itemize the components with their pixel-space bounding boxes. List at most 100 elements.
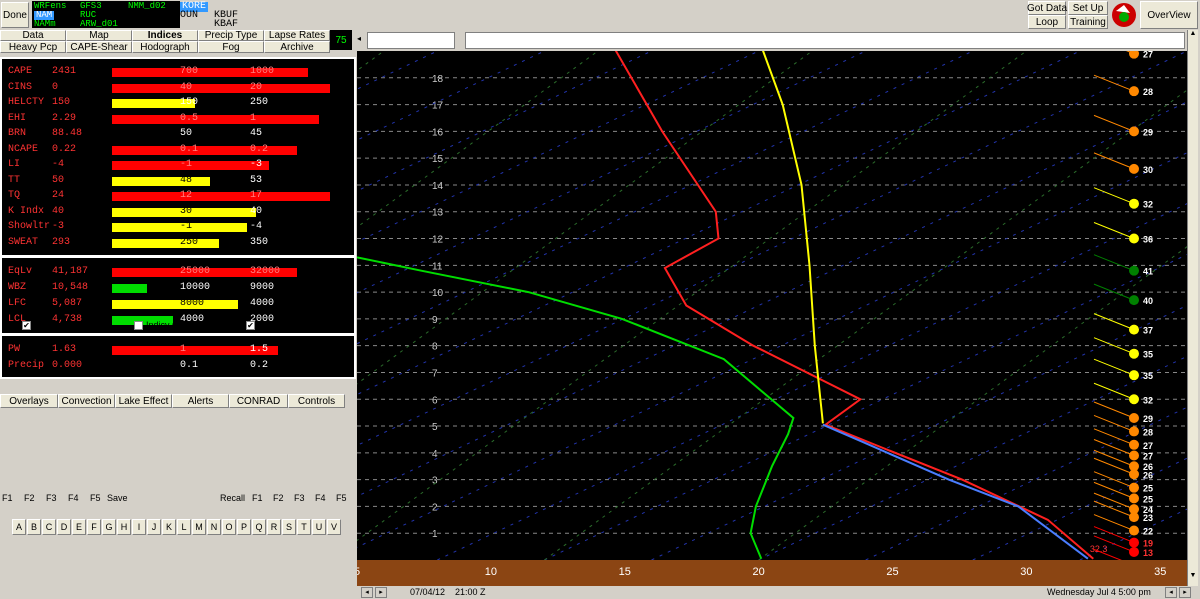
station-option[interactable]: KBAF: [214, 20, 238, 30]
status-datetime: Wednesday Jul 4 5:00 pm: [1047, 587, 1151, 597]
station-selector[interactable]: KORE OUN KBUF KBAF: [180, 1, 240, 30]
letter-button[interactable]: U: [312, 519, 326, 535]
letter-button[interactable]: E: [72, 519, 86, 535]
tab-fog[interactable]: Fog: [198, 41, 264, 53]
letter-button[interactable]: H: [117, 519, 131, 535]
fkey-left-button[interactable]: F4: [68, 493, 79, 503]
left-arrow-icon[interactable]: ◂: [357, 34, 365, 46]
tab-convection[interactable]: Convection: [58, 394, 115, 408]
index-label: CINS: [8, 81, 33, 93]
index-row: CINS 0 40 20: [2, 81, 354, 95]
fkey-right-button[interactable]: F1: [252, 493, 263, 503]
fkey-left-button[interactable]: F5: [90, 493, 101, 503]
scroll-down-icon[interactable]: ▼: [1188, 572, 1198, 584]
tab-lapse-rates[interactable]: Lapse Rates: [264, 30, 330, 41]
checkbox-indicy-circle[interactable]: Indicy Circle: [134, 320, 195, 330]
letter-button[interactable]: O: [222, 519, 236, 535]
checkbox-quartile-box[interactable]: ✔ Quartile Box: [246, 320, 308, 330]
model-selector[interactable]: WRFens GFS3 NMM_d02 NAM RUC NAMm ARW_d01: [32, 1, 180, 29]
letter-button[interactable]: T: [297, 519, 311, 535]
fkey-right-button[interactable]: F5: [336, 493, 347, 503]
tab-indices[interactable]: Indices: [132, 30, 198, 41]
wind-speed-label: 23: [1143, 513, 1153, 523]
plot-field-left[interactable]: [367, 32, 455, 49]
checkbox-box[interactable]: ✔: [246, 320, 255, 330]
fkey-left-button[interactable]: F3: [46, 493, 57, 503]
y-tick-label: 7: [432, 368, 438, 379]
training-button[interactable]: Training: [1068, 15, 1108, 29]
fkey-right-button[interactable]: F3: [294, 493, 305, 503]
got-data-button[interactable]: Got Data: [1027, 1, 1067, 15]
index-value: 0: [52, 81, 59, 93]
letter-button[interactable]: K: [162, 519, 176, 535]
tab-controls[interactable]: Controls: [288, 394, 345, 408]
checkbox-box[interactable]: [134, 320, 143, 330]
letter-button[interactable]: A: [12, 519, 26, 535]
model-option[interactable]: ARW_d01: [80, 20, 118, 29]
set-up-button[interactable]: Set Up: [1068, 1, 1108, 15]
wind-barb: [1093, 401, 1135, 419]
plot-field-right[interactable]: [465, 32, 1185, 49]
scroll-up-icon[interactable]: ▲: [1188, 30, 1198, 42]
letter-button[interactable]: Q: [252, 519, 266, 535]
letter-button[interactable]: L: [177, 519, 191, 535]
letter-button[interactable]: R: [267, 519, 281, 535]
model-option[interactable]: NMM_d02: [128, 2, 166, 11]
letter-button[interactable]: B: [27, 519, 41, 535]
index-quartile-2: -3: [250, 159, 263, 170]
letter-button[interactable]: D: [57, 519, 71, 535]
tab-overlays[interactable]: Overlays: [0, 394, 58, 408]
tab-map[interactable]: Map: [66, 30, 132, 41]
fkey-right-button[interactable]: F4: [315, 493, 326, 503]
letter-button[interactable]: G: [102, 519, 116, 535]
index-value: 2431: [52, 66, 77, 77]
tab-archive[interactable]: Archive: [264, 41, 330, 53]
tab-conrad[interactable]: CONRAD: [229, 394, 288, 408]
index-row: TQ 24 12 17: [2, 189, 354, 203]
fkey-left-button[interactable]: F2: [24, 493, 35, 503]
adiabat-line: [357, 51, 385, 72]
model-option[interactable]: NAMm: [34, 20, 56, 29]
loop-button[interactable]: Loop: [1028, 15, 1066, 29]
letter-button[interactable]: F: [87, 519, 101, 535]
vertical-scrollbar[interactable]: ▲ ▼: [1187, 30, 1198, 586]
letter-button[interactable]: M: [192, 519, 206, 535]
skewt-plot[interactable]: 1 2 3 4 5 6 7 8 9 10 11 12 13 14 15 16 17 18 32.3 27 28 29 30 3…: [357, 51, 1187, 560]
letter-button[interactable]: N: [207, 519, 221, 535]
x-tick-label: 30: [1020, 566, 1032, 578]
wind-speed-label: 25: [1143, 494, 1153, 504]
checkbox-label: Quartile Box: [258, 320, 308, 330]
letter-button[interactable]: P: [237, 519, 251, 535]
tab-data[interactable]: Data: [0, 30, 66, 41]
tab-precip-type[interactable]: Precip Type: [198, 30, 264, 41]
index-label: Showltr: [8, 221, 51, 232]
fkey-left-button[interactable]: F1: [2, 493, 13, 503]
letter-button[interactable]: V: [327, 519, 341, 535]
save-button[interactable]: Save: [107, 493, 128, 503]
letter-button[interactable]: I: [132, 519, 146, 535]
adiabat-line: [357, 51, 1027, 542]
status-prev-button[interactable]: ◂: [361, 587, 373, 598]
tab-lake-effect[interactable]: Lake Effect: [115, 394, 172, 408]
status-prev2-button[interactable]: ◂: [1165, 587, 1177, 598]
checkbox-indicy-bar[interactable]: ✔ Indicy Bar: [22, 320, 74, 330]
index-quartile-1: 0.1: [180, 360, 199, 371]
done-button[interactable]: Done: [1, 2, 29, 28]
station-option[interactable]: OUN: [180, 11, 198, 21]
tab-alerts[interactable]: Alerts: [172, 394, 229, 408]
tab-heavy-pcp[interactable]: Heavy Pcp: [0, 41, 66, 53]
overview-button[interactable]: OverView: [1140, 1, 1198, 29]
letter-button[interactable]: C: [42, 519, 56, 535]
tab-cape-shear[interactable]: CAPE-Shear: [66, 41, 132, 53]
letter-button[interactable]: J: [147, 519, 161, 535]
index-quartile-2: 53: [250, 174, 263, 186]
status-next-button[interactable]: ▸: [375, 587, 387, 598]
recall-button[interactable]: Recall: [220, 493, 245, 503]
timestep-box[interactable]: 75: [330, 30, 352, 50]
letter-button[interactable]: S: [282, 519, 296, 535]
status-next2-button[interactable]: ▸: [1179, 587, 1191, 598]
checkbox-box[interactable]: ✔: [22, 320, 31, 330]
fkey-right-button[interactable]: F2: [273, 493, 284, 503]
tab-hodograph[interactable]: Hodograph: [132, 41, 198, 53]
index-quartile-1: 40: [180, 81, 193, 93]
